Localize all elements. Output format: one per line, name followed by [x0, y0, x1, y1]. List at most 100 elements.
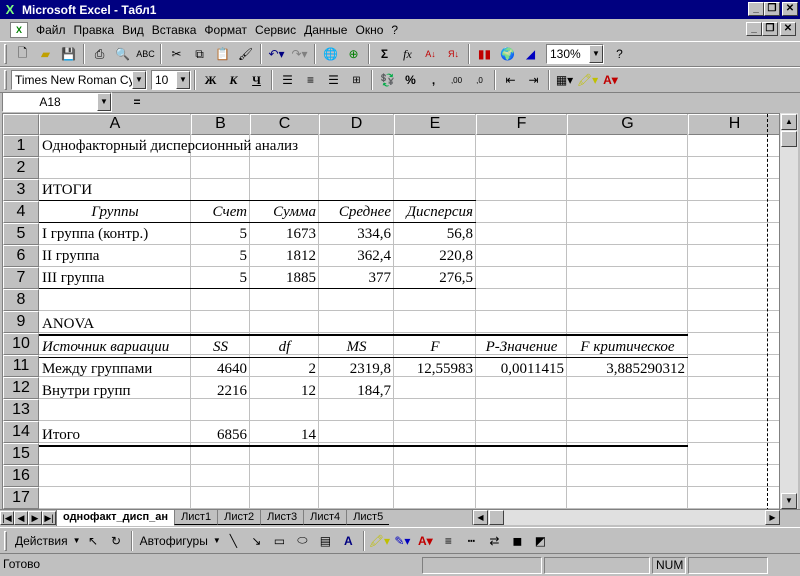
align-left-icon[interactable]: ☰: [276, 69, 299, 91]
count-cell[interactable]: 5: [191, 267, 250, 289]
variance-cell[interactable]: 220,8: [394, 245, 476, 267]
comma-style-icon[interactable]: ,: [422, 69, 445, 91]
p-value-cell[interactable]: 0,0011415: [476, 358, 567, 380]
toolbar-grip[interactable]: [4, 44, 7, 64]
fill-color-icon[interactable]: 🖍▾: [368, 530, 391, 552]
new-icon[interactable]: 🗋: [11, 43, 34, 65]
group-name-cell[interactable]: II группа: [39, 245, 191, 267]
column-header-c[interactable]: C: [250, 114, 319, 135]
row-header[interactable]: 7: [3, 267, 39, 289]
sort-ascending-icon[interactable]: A↓: [419, 43, 442, 65]
menu-tools[interactable]: Сервис: [251, 23, 300, 37]
autosum-icon[interactable]: Σ: [373, 43, 396, 65]
doc-close-button[interactable]: ✕: [780, 22, 796, 36]
free-rotate-icon[interactable]: ↻: [105, 530, 128, 552]
row-header[interactable]: 6: [3, 245, 39, 267]
row-header[interactable]: 12: [3, 377, 39, 399]
restore-button[interactable]: ❐: [764, 2, 780, 16]
workbook-icon[interactable]: X: [10, 21, 28, 38]
chart-wizard-icon[interactable]: ▮▮: [473, 43, 496, 65]
undo-icon[interactable]: ↶▾: [265, 43, 288, 65]
font-color-icon[interactable]: A▾: [414, 530, 437, 552]
row-header[interactable]: 8: [3, 289, 39, 311]
paste-icon[interactable]: 📋: [211, 43, 234, 65]
column-header-d[interactable]: D: [319, 114, 394, 135]
chevron-down-icon[interactable]: ▼: [132, 71, 146, 89]
count-cell[interactable]: 5: [191, 245, 250, 267]
select-all-button[interactable]: [3, 114, 39, 135]
horizontal-scrollbar[interactable]: ◀ ▶: [472, 510, 780, 525]
line-icon[interactable]: ╲: [222, 530, 245, 552]
sheet-tab[interactable]: Лист1: [174, 510, 218, 525]
sheet-tab-active[interactable]: однофакт_дисп_ан: [56, 509, 175, 526]
3d-icon[interactable]: ◩: [529, 530, 552, 552]
sort-descending-icon[interactable]: Я↓: [442, 43, 465, 65]
average-cell[interactable]: 377: [319, 267, 394, 289]
row-header[interactable]: 17: [3, 487, 39, 509]
zoom-select[interactable]: 130% ▼: [546, 44, 604, 64]
f-cell[interactable]: 12,55983: [394, 358, 476, 380]
hyperlink-icon[interactable]: 🌐: [319, 43, 342, 65]
worksheet-grid[interactable]: A B C D E F G H 1 2 3 4 5 6 7 8 9 10 11 12 13 14 15 16 1…: [2, 113, 780, 510]
sheet-tab[interactable]: Лист4: [303, 510, 347, 525]
chevron-down-icon[interactable]: ▼: [589, 45, 603, 63]
row-header[interactable]: 5: [3, 223, 39, 245]
italic-button[interactable]: К: [222, 69, 245, 91]
df-cell[interactable]: 12: [250, 380, 319, 402]
decrease-decimal-icon[interactable]: ,0: [468, 69, 491, 91]
bold-button[interactable]: Ж: [199, 69, 222, 91]
decrease-indent-icon[interactable]: ⇤: [499, 69, 522, 91]
font-size-select[interactable]: 10 ▼: [151, 70, 191, 90]
row-header[interactable]: 9: [3, 311, 39, 333]
row-header[interactable]: 4: [3, 201, 39, 223]
oval-icon[interactable]: ⬭: [291, 530, 314, 552]
ss-cell[interactable]: 2216: [191, 380, 250, 402]
autoshapes-menu[interactable]: Автофигуры: [136, 534, 212, 548]
first-sheet-icon[interactable]: |◀: [0, 510, 14, 525]
ms-cell[interactable]: 184,7: [319, 380, 394, 402]
redo-icon[interactable]: ↷▾: [288, 43, 311, 65]
variance-cell[interactable]: 56,8: [394, 223, 476, 245]
toolbar-grip[interactable]: [4, 70, 7, 90]
menu-data[interactable]: Данные: [300, 23, 351, 37]
column-header-b[interactable]: B: [191, 114, 250, 135]
rectangle-icon[interactable]: ▭: [268, 530, 291, 552]
row-header[interactable]: 16: [3, 465, 39, 487]
formula-input[interactable]: [162, 93, 800, 111]
sum-cell[interactable]: 1885: [250, 267, 319, 289]
excel-app-icon[interactable]: X: [2, 2, 18, 18]
source-cell[interactable]: Внутри групп: [39, 380, 191, 402]
toolbar-grip[interactable]: [4, 530, 7, 551]
cell-a9-anova-label[interactable]: ANOVA: [39, 313, 97, 335]
row-header[interactable]: 15: [3, 443, 39, 465]
sheet-tab[interactable]: Лист3: [260, 510, 304, 525]
function-icon[interactable]: fx: [396, 43, 419, 65]
drawing-icon[interactable]: ◢: [519, 43, 542, 65]
chevron-down-icon[interactable]: ▼: [176, 71, 190, 89]
actions-chevron-icon[interactable]: ▼: [72, 530, 82, 552]
cell-a3-summary-label[interactable]: ИТОГИ: [39, 179, 95, 201]
wordart-icon[interactable]: A: [337, 530, 360, 552]
next-sheet-icon[interactable]: ▶: [28, 510, 42, 525]
increase-indent-icon[interactable]: ⇥: [522, 69, 545, 91]
arrow-style-icon[interactable]: ⇄: [483, 530, 506, 552]
chevron-down-icon[interactable]: ▼: [97, 93, 111, 111]
ss-cell[interactable]: 4640: [191, 358, 250, 380]
average-cell[interactable]: 362,4: [319, 245, 394, 267]
cell-a1-title[interactable]: Однофакторный дисперсионный анализ: [39, 135, 301, 157]
header-groups[interactable]: Группы: [39, 201, 191, 223]
font-name-select[interactable]: Times New Roman Cyr ▼: [11, 70, 147, 90]
menu-help[interactable]: ?: [387, 23, 402, 37]
menu-format[interactable]: Формат: [200, 23, 251, 37]
average-cell[interactable]: 334,6: [319, 223, 394, 245]
dash-style-icon[interactable]: ┅: [460, 530, 483, 552]
map-icon[interactable]: 🌍: [496, 43, 519, 65]
group-name-cell[interactable]: III группа: [39, 267, 191, 289]
df-cell[interactable]: 14: [250, 424, 319, 446]
increase-decimal-icon[interactable]: ,00: [445, 69, 468, 91]
header-p-value[interactable]: P-Значение: [476, 336, 567, 358]
row-header[interactable]: 14: [3, 421, 39, 443]
menu-view[interactable]: Вид: [118, 23, 148, 37]
column-header-g[interactable]: G: [567, 114, 688, 135]
underline-button[interactable]: Ч: [245, 69, 268, 91]
